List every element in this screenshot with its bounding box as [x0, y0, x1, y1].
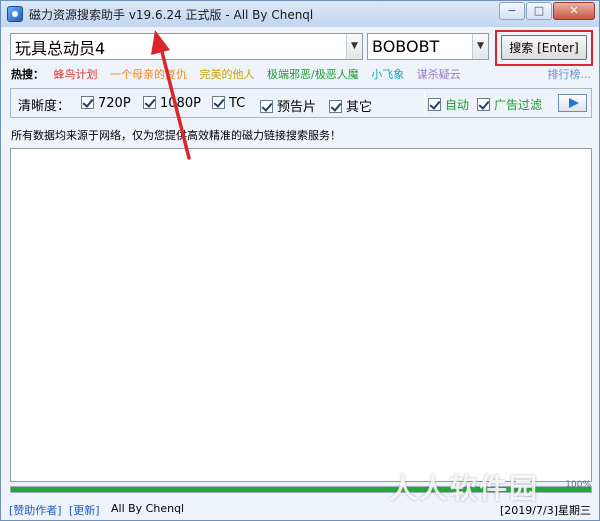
search-history-dropdown-icon[interactable]: ▼: [346, 34, 362, 59]
search-combobox[interactable]: ▼: [10, 33, 363, 60]
checkbox-checked-icon: [260, 100, 273, 113]
hot-search-item[interactable]: 完美的他人: [200, 68, 255, 81]
app-window: 磁力资源搜索助手 v19.6.24 正式版 - All By Chenql − …: [0, 0, 600, 521]
site-watermark: 人人软件园: [389, 472, 540, 505]
update-link[interactable]: [更新]: [69, 502, 100, 518]
search-input[interactable]: [11, 34, 345, 59]
checkbox-checked-icon: [329, 100, 342, 113]
title-bar[interactable]: 磁力资源搜索助手 v19.6.24 正式版 - All By Chenql − …: [1, 1, 599, 27]
progress-percent: 100%: [565, 480, 591, 490]
close-button[interactable]: ✕: [553, 2, 595, 20]
minimize-button[interactable]: −: [499, 2, 525, 20]
filter-1080p-checkbox[interactable]: 1080P: [143, 96, 201, 111]
engine-dropdown-icon[interactable]: ▼: [472, 34, 488, 59]
checkbox-checked-icon: [477, 98, 490, 111]
checkbox-checked-icon: [428, 98, 441, 111]
search-button[interactable]: 搜索 [Enter]: [501, 35, 587, 60]
engine-select[interactable]: BOBOBT ▼: [367, 33, 489, 60]
hot-search-item[interactable]: 蜂鸟计划: [54, 68, 98, 81]
window-controls: − □ ✕: [498, 2, 595, 20]
filter-bar: 清晰度： 720P 1080P TC 预告片 其它 自动 广告过滤: [10, 88, 592, 118]
engine-selected-value: BOBOBT: [372, 37, 440, 56]
hot-search-item[interactable]: 谋杀疑云: [417, 68, 461, 81]
hot-search-item[interactable]: 极端邪恶/极恶人魔: [267, 68, 359, 81]
checkbox-checked-icon: [212, 96, 225, 109]
disclaimer-text: 所有数据均来源于网络，仅为您提供高效精准的磁力链接搜索服务！: [11, 129, 341, 142]
hot-search-item[interactable]: 一个母亲的复仇: [110, 68, 187, 81]
hot-search-label: 热搜：: [11, 68, 44, 81]
auto-checkbox[interactable]: 自动: [428, 96, 469, 113]
checkbox-checked-icon: [81, 96, 94, 109]
filter-other-checkbox[interactable]: 其它: [329, 96, 372, 115]
status-author: All By Chenql: [111, 502, 185, 515]
filter-trailer-checkbox[interactable]: 预告片: [260, 96, 316, 115]
magnet-app-icon: [7, 6, 23, 22]
hot-search-row: 热搜： 蜂鸟计划 一个母亲的复仇 完美的他人 极端邪恶/极恶人魔 小飞象 谋杀疑…: [11, 66, 591, 82]
hot-search-item[interactable]: 小飞象: [371, 68, 404, 81]
resolution-label: 清晰度：: [18, 99, 71, 114]
window-title: 磁力资源搜索助手 v19.6.24 正式版 - All By Chenql: [29, 8, 314, 22]
filter-tc-checkbox[interactable]: TC: [212, 96, 245, 111]
maximize-button[interactable]: □: [526, 2, 552, 20]
ad-filter-checkbox[interactable]: 广告过滤: [477, 96, 542, 113]
ranking-link[interactable]: 排行榜...: [548, 66, 592, 82]
checkbox-checked-icon: [143, 96, 156, 109]
donate-link[interactable]: [赞助作者]: [9, 502, 62, 518]
play-icon[interactable]: [558, 94, 587, 112]
filter-divider: [424, 92, 425, 114]
results-list[interactable]: [10, 148, 592, 482]
filter-720p-checkbox[interactable]: 720P: [81, 96, 131, 111]
